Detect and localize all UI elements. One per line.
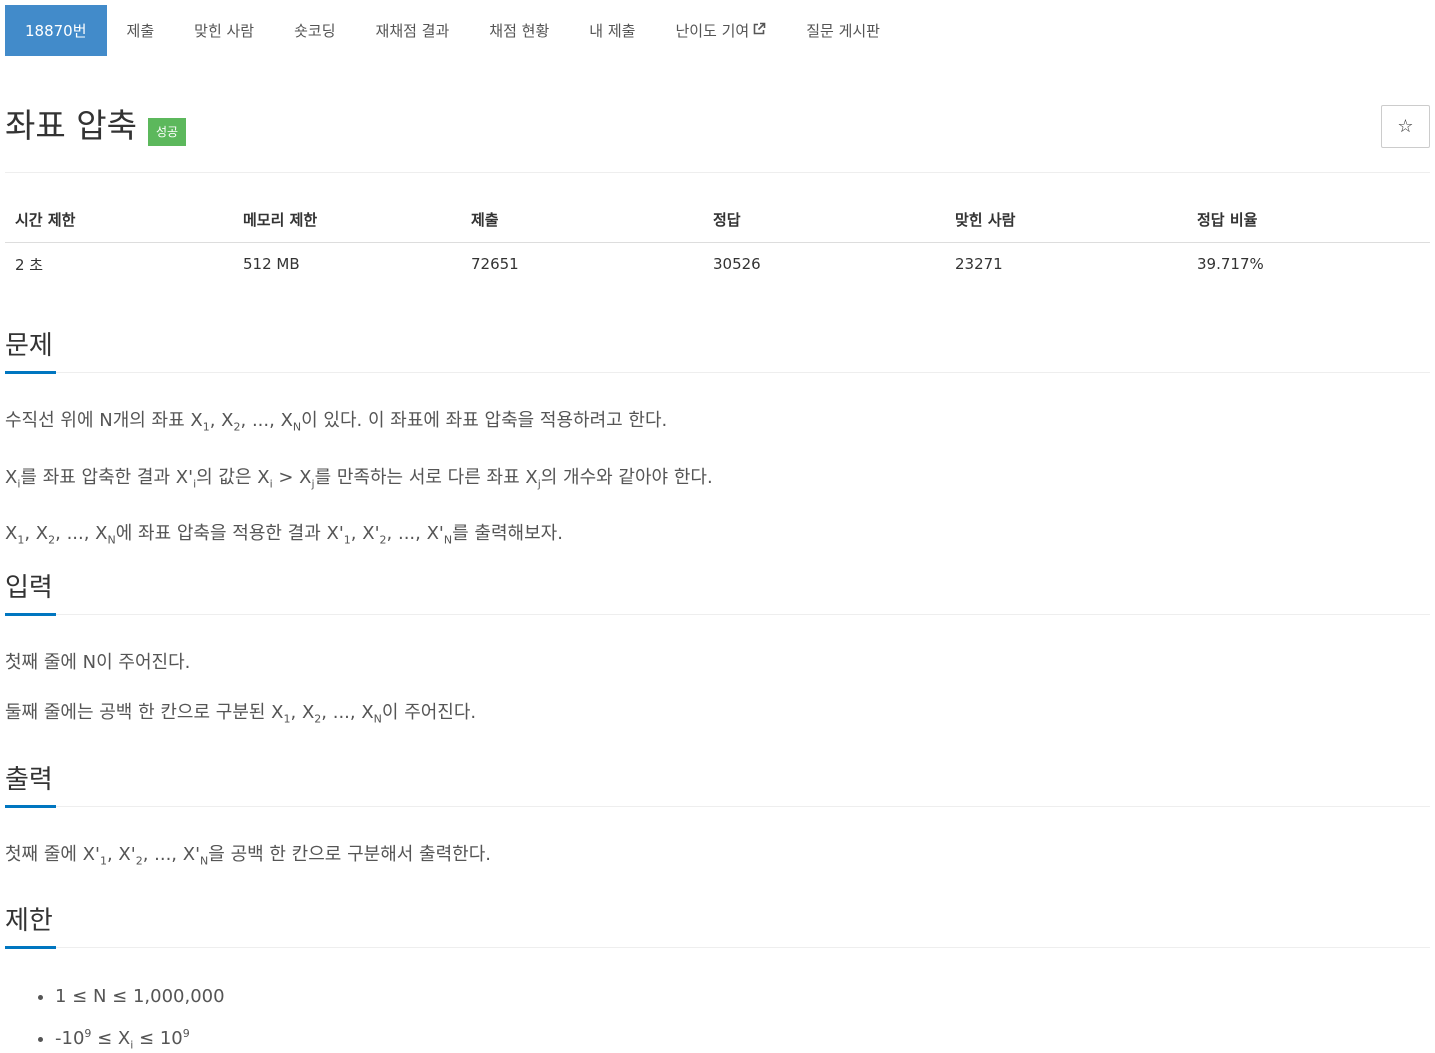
description-paragraph: Xi를 좌표 압축한 결과 X'i의 값은 Xi > Xj를 만족하는 서로 다… [5,466,713,491]
output-paragraph: 첫째 줄에 X'1, X'2, ..., X'N을 공백 한 칸으로 구분해서 … [5,844,492,868]
list-item: 1 ≤ N ≤ 1,000,000 [55,984,1430,1010]
table-header-row: 시간 제한 메모리 제한 제출 정답 맞힌 사람 정답 비율 [5,198,1430,243]
problem-nav: 18870번 제출 맞힌 사람 숏코딩 재채점 결과 채점 현황 내 제출 난이… [5,5,900,56]
input-paragraph: 첫째 줄에 N이 주어진다. [5,652,191,673]
table-cell: 39.717% [1197,255,1264,274]
tab-short-coding[interactable]: 숏코딩 [274,5,355,56]
divider [5,614,1430,615]
section-underline [5,371,56,374]
divider [5,947,1430,948]
section-header: 출력 [5,763,1430,808]
status-badge: 성공 [147,118,187,146]
external-link-icon [752,22,766,40]
table-header: 시간 제한 [5,198,233,243]
problem-title-row: 좌표 압축 성공 [5,104,187,148]
section-input: 입력 첫째 줄에 N이 주어진다. 둘째 줄에는 공백 한 칸으로 구분된 X1… [5,571,1430,733]
divider [5,806,1430,807]
description-paragraph: 수직선 위에 N개의 좌표 X1, X2, ..., XN이 있다. 이 좌표에… [5,410,668,434]
table-header: 정답 비율 [1187,198,1430,243]
tab-submit[interactable]: 제출 [107,5,175,56]
section-output: 출력 첫째 줄에 X'1, X'2, ..., X'N을 공백 한 칸으로 구분… [5,763,1430,875]
section-underline [5,946,56,949]
section-title: 출력 [5,765,53,795]
section-header: 입력 [5,571,1430,616]
section-header: 문제 [5,329,1430,374]
problem-info-table: 시간 제한 메모리 제한 제출 정답 맞힌 사람 정답 비율 2 초 512 M… [5,198,1430,286]
tab-qna[interactable]: 질문 게시판 [786,5,900,56]
table-header: 정답 [703,198,945,243]
section-underline [5,613,56,616]
table-cell: 512 MB [243,255,300,274]
section-limits: 제한 1 ≤ N ≤ 1,000,000 -109 ≤ Xi ≤ 109 [5,904,1430,1053]
table-header: 제출 [461,198,703,243]
section-description: 문제 수직선 위에 N개의 좌표 X1, X2, ..., XN이 있다. 이 … [5,329,1430,554]
section-title: 입력 [5,573,53,603]
limits-list: 1 ≤ N ≤ 1,000,000 -109 ≤ Xi ≤ 109 [5,984,1430,1053]
section-header: 제한 [5,904,1430,949]
description-paragraph: X1, X2, ..., XN에 좌표 압축을 적용한 결과 X'1, X'2,… [5,523,563,547]
table-cell: 30526 [713,255,761,274]
table-cell: 23271 [955,255,1003,274]
tab-my-submissions[interactable]: 내 제출 [569,5,655,56]
table-header: 맞힌 사람 [945,198,1187,243]
table-header: 메모리 제한 [233,198,461,243]
tab-status[interactable]: 채점 현황 [469,5,569,56]
divider [5,172,1430,173]
section-title: 제한 [5,906,53,936]
tab-rejudge[interactable]: 재채점 결과 [356,5,470,56]
star-icon: ☆ [1397,116,1414,137]
divider [5,372,1430,373]
favorite-button[interactable]: ☆ [1381,105,1430,148]
section-title: 문제 [5,331,53,361]
tab-problem-number[interactable]: 18870번 [5,5,107,56]
page-title: 좌표 압축 [5,106,137,145]
list-item: -109 ≤ Xi ≤ 109 [55,1021,1430,1053]
input-paragraph: 둘째 줄에는 공백 한 칸으로 구분된 X1, X2, ..., XN이 주어진… [5,702,477,726]
section-underline [5,805,56,808]
tab-solvers[interactable]: 맞힌 사람 [174,5,274,56]
table-cell: 72651 [471,255,519,274]
tab-difficulty-label: 난이도 기여 [675,22,750,40]
tab-difficulty[interactable]: 난이도 기여 [655,5,786,56]
table-cell: 2 초 [15,255,44,274]
table-row: 2 초 512 MB 72651 30526 23271 39.717% [5,242,1430,286]
